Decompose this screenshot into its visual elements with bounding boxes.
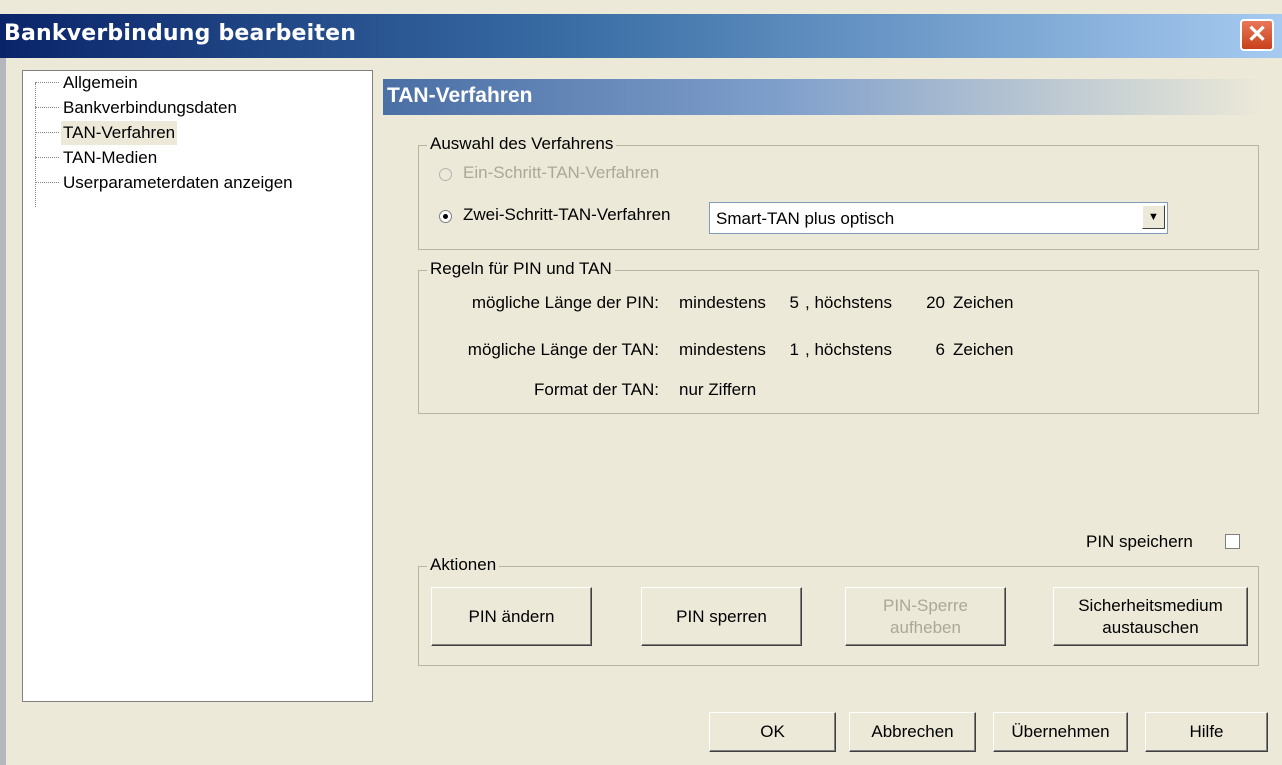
- tan-min-value: 1: [789, 340, 799, 359]
- sicherheitsmedium-label-1: Sicherheitsmedium: [1078, 595, 1223, 615]
- pin-sperre-aufheben-label-2: aufheben: [890, 617, 961, 637]
- pin-aendern-label: PIN ändern: [468, 606, 555, 626]
- close-button[interactable]: ✕: [1240, 19, 1274, 51]
- pin-min-value: 5: [789, 293, 799, 312]
- cancel-button[interactable]: Abbrechen: [849, 712, 976, 752]
- zwei-schritt-label: Zwei-Schritt-TAN-Verfahren: [463, 205, 671, 224]
- pin-aendern-button[interactable]: PIN ändern: [431, 587, 592, 646]
- tree-connector-line: [35, 83, 36, 207]
- tan-min-label: mindestens: [679, 340, 766, 359]
- pin-min-label: mindestens: [679, 293, 766, 312]
- ok-label: OK: [760, 722, 785, 741]
- pin-speichern-checkbox[interactable]: [1225, 534, 1240, 549]
- radio-selected-dot: [443, 214, 448, 219]
- tree-connector: [35, 182, 59, 183]
- tree-item-label: Userparameterdaten anzeigen: [63, 173, 293, 192]
- auswahl-legend: Auswahl des Verfahrens: [427, 134, 617, 154]
- pin-speichern-label: PIN speichern: [1086, 532, 1193, 551]
- ok-button[interactable]: OK: [709, 712, 836, 752]
- tan-max-value: 6: [935, 340, 945, 359]
- help-button[interactable]: Hilfe: [1145, 712, 1268, 752]
- regeln-groupbox: Regeln für PIN und TAN mögliche Länge de…: [418, 259, 1259, 414]
- close-icon: ✕: [1246, 21, 1268, 48]
- regeln-legend: Regeln für PIN und TAN: [427, 259, 615, 279]
- sicherheitsmedium-austauschen-button[interactable]: Sicherheitsmedium austauschen: [1053, 587, 1248, 646]
- panel-header: TAN-Verfahren: [383, 79, 1265, 115]
- pin-length-label: mögliche Länge der PIN:: [471, 293, 659, 312]
- tree-item-label: TAN-Verfahren: [61, 121, 178, 145]
- pin-sperren-label: PIN sperren: [676, 606, 767, 626]
- pin-sperre-aufheben-label-1: PIN-Sperre: [882, 595, 969, 615]
- window-border: [0, 58, 6, 765]
- tan-verfahren-dropdown[interactable]: Smart-TAN plus optisch ▼: [709, 202, 1168, 234]
- aktionen-groupbox: Aktionen PIN ändern PIN sperren PIN-Sper…: [418, 555, 1259, 666]
- help-label: Hilfe: [1189, 722, 1224, 741]
- sicherheitsmedium-label-2: austauschen: [1102, 617, 1199, 637]
- window-title: Bankverbindung bearbeiten: [4, 21, 357, 46]
- tan-max-label: , höchstens: [805, 340, 892, 359]
- ein-schritt-label: Ein-Schritt-TAN-Verfahren: [463, 163, 660, 182]
- tree-connector: [35, 107, 59, 108]
- tan-length-label: mögliche Länge der TAN:: [467, 340, 659, 359]
- tree-connector: [35, 132, 59, 133]
- pin-max-value: 20: [926, 293, 945, 312]
- tan-unit: Zeichen: [953, 340, 1014, 359]
- dropdown-value: Smart-TAN plus optisch: [716, 209, 895, 228]
- chevron-down-icon[interactable]: ▼: [1142, 205, 1165, 229]
- auswahl-groupbox: Auswahl des Verfahrens Ein-Schritt-TAN-V…: [418, 134, 1259, 250]
- aktionen-legend: Aktionen: [427, 555, 500, 575]
- tan-format-label: Format der TAN:: [533, 380, 659, 399]
- navigation-tree[interactable]: Allgemein Bankverbindungsdaten TAN-Verfa…: [22, 70, 373, 702]
- zwei-schritt-radio[interactable]: [439, 210, 452, 223]
- tree-item-label: Allgemein: [63, 73, 138, 92]
- apply-label: Übernehmen: [1011, 722, 1110, 741]
- ein-schritt-radio[interactable]: [439, 168, 452, 181]
- tree-item-label: Bankverbindungsdaten: [63, 98, 237, 117]
- title-bar: Bankverbindung bearbeiten ✕: [0, 14, 1282, 58]
- apply-button[interactable]: Übernehmen: [993, 712, 1128, 752]
- tan-format-value: nur Ziffern: [679, 380, 757, 399]
- page-title: TAN-Verfahren: [387, 84, 533, 107]
- tree-connector: [35, 157, 59, 158]
- pin-max-label: , höchstens: [805, 293, 892, 312]
- cancel-label: Abbrechen: [871, 722, 954, 741]
- tree-item-label: TAN-Medien: [63, 148, 158, 167]
- tree-connector: [35, 82, 59, 83]
- pin-sperren-button[interactable]: PIN sperren: [641, 587, 802, 646]
- pin-sperre-aufheben-button[interactable]: PIN-Sperre aufheben: [845, 587, 1006, 646]
- pin-unit: Zeichen: [953, 293, 1014, 312]
